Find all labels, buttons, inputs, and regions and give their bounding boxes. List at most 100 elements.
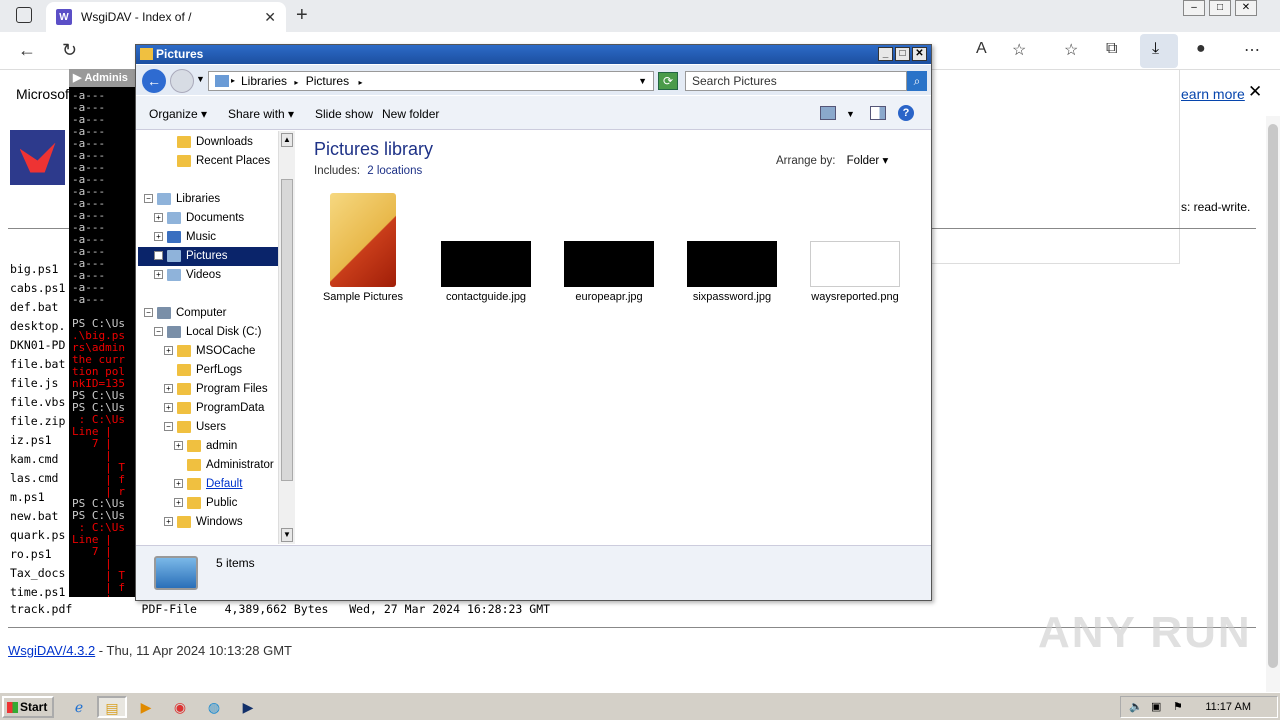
browser-tab[interactable]: W WsgiDAV - Index of / ✕ bbox=[46, 2, 286, 32]
recent-pages-chevron-icon[interactable]: ▼ bbox=[196, 74, 205, 84]
flag-icon[interactable]: ⚑ bbox=[1173, 697, 1183, 717]
expand-icon[interactable]: + bbox=[164, 384, 173, 394]
file-item[interactable]: europeapr.jpg bbox=[554, 193, 664, 303]
nav-scrollbar-thumb[interactable] bbox=[281, 179, 293, 481]
file-row[interactable]: file.zip bbox=[10, 412, 65, 431]
view-options-icon[interactable] bbox=[820, 106, 836, 120]
more-options-icon[interactable]: ⋯ bbox=[1244, 40, 1260, 60]
collapse-icon[interactable]: − bbox=[164, 422, 173, 432]
view-dropdown-icon[interactable]: ▼ bbox=[846, 109, 855, 119]
breadcrumb[interactable]: ▸ Libraries ▸ Pictures ▸ ▼ bbox=[208, 71, 654, 91]
file-row[interactable]: file.js bbox=[10, 374, 65, 393]
refresh-button[interactable]: ⟳ bbox=[658, 72, 678, 90]
add-favorite-icon[interactable]: ☆ bbox=[1012, 40, 1026, 60]
expand-icon[interactable]: + bbox=[154, 213, 163, 223]
file-row[interactable]: quark.ps bbox=[10, 526, 65, 545]
nav-item-users[interactable]: − Users bbox=[164, 418, 226, 437]
share-with-button[interactable]: Share with ▾ bbox=[228, 107, 294, 121]
edge-icon[interactable]: ◍ bbox=[199, 696, 229, 718]
nav-item-documents[interactable]: + Documents bbox=[154, 209, 244, 228]
file-row[interactable]: file.vbs bbox=[10, 393, 65, 412]
file-row[interactable]: m.ps1 bbox=[10, 488, 65, 507]
file-row[interactable]: new.bat bbox=[10, 507, 65, 526]
nav-item-admin[interactable]: + admin bbox=[174, 437, 237, 456]
powershell-taskbar-icon[interactable]: ▶ bbox=[233, 696, 263, 718]
expand-icon[interactable]: + bbox=[154, 270, 163, 280]
learn-more-link[interactable]: earn more bbox=[1181, 86, 1245, 102]
slide-show-button[interactable]: Slide show bbox=[315, 107, 373, 121]
tab-actions-icon[interactable] bbox=[16, 7, 32, 23]
nav-item-libraries[interactable]: − Libraries bbox=[144, 190, 220, 209]
help-icon[interactable]: ? bbox=[898, 105, 914, 121]
file-row[interactable]: time.ps1 bbox=[10, 583, 65, 602]
chevron-right-icon[interactable]: ▸ bbox=[231, 72, 235, 90]
chevron-right-icon[interactable]: ▸ bbox=[294, 78, 298, 87]
close-infobar-icon[interactable]: ✕ bbox=[1248, 82, 1262, 102]
nav-item-music[interactable]: + Music bbox=[154, 228, 216, 247]
nav-item-local-disk-c-[interactable]: − Local Disk (C:) bbox=[154, 323, 261, 342]
nav-item-programdata[interactable]: + ProgramData bbox=[164, 399, 264, 418]
file-row[interactable]: cabs.ps1 bbox=[10, 279, 65, 298]
collapse-icon[interactable]: − bbox=[154, 327, 163, 337]
back-arrow-icon[interactable]: ← bbox=[18, 40, 36, 61]
file-row[interactable]: file.bat bbox=[10, 355, 65, 374]
file-row[interactable]: desktop. bbox=[10, 317, 65, 336]
expand-icon[interactable]: + bbox=[174, 479, 183, 489]
downloads-button[interactable]: ⤓ bbox=[1140, 34, 1178, 68]
network-icon[interactable]: ▣ bbox=[1151, 697, 1161, 717]
breadcrumb-libraries[interactable]: Libraries bbox=[241, 74, 287, 88]
powershell-console[interactable]: ▶ Adminis -a--- -a--- -a--- -a--- -a--- -a--- -… bbox=[69, 69, 137, 597]
nav-item-videos[interactable]: + Videos bbox=[154, 266, 221, 285]
file-row[interactable]: def.bat bbox=[10, 298, 65, 317]
nav-item-public[interactable]: + Public bbox=[174, 494, 237, 513]
nav-scrollbar[interactable]: ▲ ▼ bbox=[278, 131, 295, 544]
expand-icon[interactable]: + bbox=[174, 498, 183, 508]
scroll-up-icon[interactable]: ▲ bbox=[281, 133, 293, 147]
profile-avatar-icon[interactable]: ● bbox=[1196, 40, 1206, 58]
file-row[interactable]: big.ps1 bbox=[10, 260, 65, 279]
file-row-track[interactable]: track.pdf PDF-File 4,389,662 Bytes Wed, … bbox=[10, 602, 550, 616]
nav-item-computer[interactable]: − Computer bbox=[144, 304, 227, 323]
expand-icon[interactable]: + bbox=[154, 251, 163, 261]
file-row[interactable]: kam.cmd bbox=[10, 450, 65, 469]
explorer-close-button[interactable]: ✕ bbox=[912, 47, 927, 61]
arrange-by-dropdown[interactable]: Folder ▾ bbox=[847, 155, 889, 167]
collapse-icon[interactable]: − bbox=[144, 308, 153, 318]
speaker-icon[interactable]: 🔈 bbox=[1129, 697, 1143, 717]
explorer-minimize-button[interactable]: _ bbox=[878, 47, 893, 61]
file-row[interactable]: Tax_docs bbox=[10, 564, 65, 583]
nav-item-windows[interactable]: + Windows bbox=[164, 513, 243, 532]
locations-link[interactable]: 2 locations bbox=[367, 165, 422, 177]
collapse-icon[interactable]: − bbox=[144, 194, 153, 204]
nav-item-downloads[interactable]: Downloads bbox=[164, 133, 253, 152]
nav-item-pictures[interactable]: + Pictures bbox=[138, 247, 278, 266]
file-item[interactable]: waysreported.png bbox=[800, 193, 910, 303]
expand-icon[interactable]: + bbox=[164, 517, 173, 527]
file-item[interactable]: sixpassword.jpg bbox=[677, 193, 787, 303]
expand-icon[interactable]: + bbox=[174, 441, 183, 451]
refresh-icon[interactable]: ↻ bbox=[62, 40, 77, 61]
media-player-icon[interactable]: ▶ bbox=[131, 696, 161, 718]
read-aloud-icon[interactable]: A bbox=[976, 40, 987, 58]
favorites-icon[interactable]: ☆ bbox=[1064, 40, 1078, 60]
file-item[interactable]: Sample Pictures bbox=[308, 193, 418, 303]
chevron-right-icon[interactable]: ▸ bbox=[358, 78, 362, 87]
nav-item-perflogs[interactable]: PerfLogs bbox=[164, 361, 242, 380]
close-tab-icon[interactable]: ✕ bbox=[264, 9, 276, 26]
nav-item-program-files[interactable]: + Program Files bbox=[164, 380, 268, 399]
explorer-maximize-button[interactable]: □ bbox=[895, 47, 910, 61]
nav-item-administrator[interactable]: Administrator bbox=[174, 456, 274, 475]
search-input[interactable]: Search Pictures bbox=[685, 71, 907, 91]
chrome-icon[interactable]: ◉ bbox=[165, 696, 195, 718]
page-scrollbar-thumb[interactable] bbox=[1268, 124, 1278, 668]
minimize-button[interactable]: – bbox=[1183, 0, 1205, 16]
nav-item-msocache[interactable]: + MSOCache bbox=[164, 342, 255, 361]
clock[interactable]: 11:17 AM bbox=[1205, 697, 1251, 717]
internet-explorer-icon[interactable]: ℯ bbox=[64, 696, 94, 718]
expand-icon[interactable]: + bbox=[164, 346, 173, 356]
preview-pane-icon[interactable] bbox=[870, 106, 886, 120]
new-tab-button[interactable]: + bbox=[296, 4, 308, 27]
expand-icon[interactable]: + bbox=[154, 232, 163, 242]
organize-button[interactable]: Organize ▾ bbox=[149, 107, 207, 121]
file-row[interactable]: iz.ps1 bbox=[10, 431, 65, 450]
